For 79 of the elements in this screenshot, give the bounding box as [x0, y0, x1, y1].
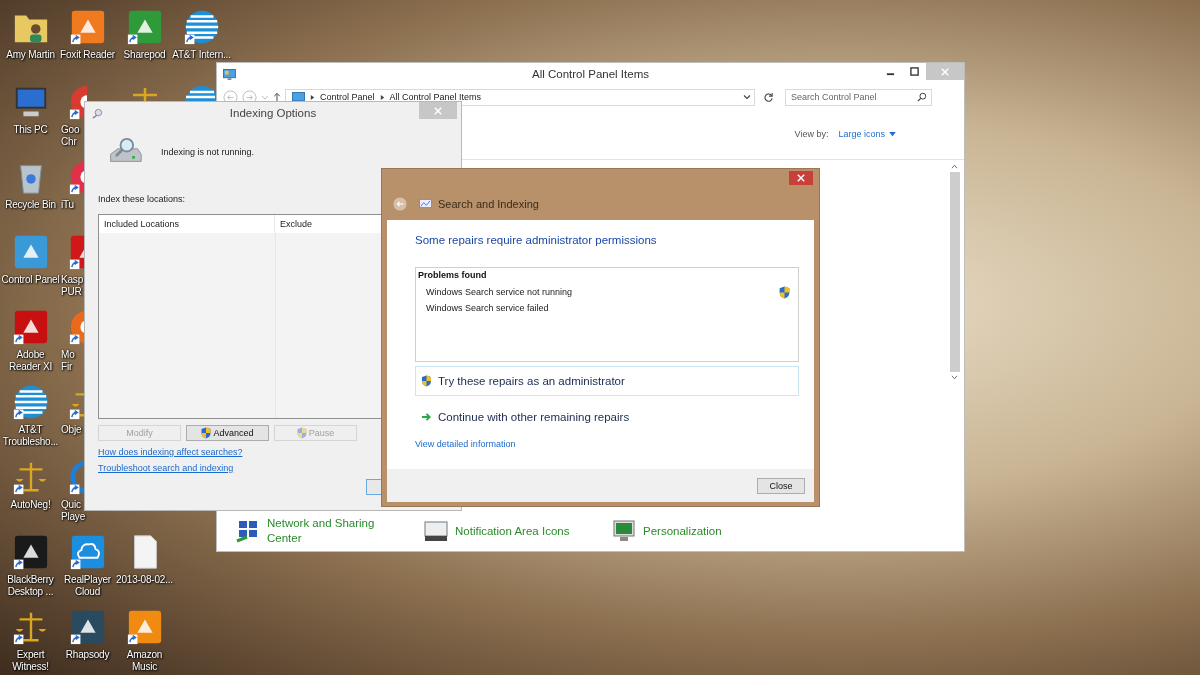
- shield-icon: [421, 375, 432, 387]
- dropdown-icon[interactable]: [743, 93, 751, 101]
- refresh-button[interactable]: [763, 91, 774, 103]
- icon-label: Goo Chr: [60, 124, 81, 148]
- icon-label: RealPlayer Cloud: [63, 574, 112, 598]
- troubleshooter-icon: [419, 198, 432, 209]
- help-link[interactable]: Troubleshoot search and indexing: [98, 463, 234, 473]
- control-panel-icon: [223, 68, 236, 80]
- control-panel-link[interactable]: Network and Sharing Center: [267, 515, 387, 547]
- repair-option[interactable]: Continue with other remaining repairs: [415, 402, 799, 432]
- icon-label: Control Panel: [0, 274, 61, 286]
- magnifier-icon: [91, 107, 104, 119]
- dialog-button[interactable]: Advanced: [186, 425, 269, 441]
- column-header[interactable]: Exclude: [275, 219, 313, 229]
- icon-label: This PC: [12, 124, 49, 136]
- close-icon[interactable]: [797, 174, 805, 182]
- icon-label: Kasp PUR: [60, 274, 84, 298]
- control-panel-link[interactable]: Personalization: [643, 523, 763, 540]
- icon-label: 2013-08-02...: [115, 574, 174, 586]
- control-panel-link[interactable]: Notification Area Icons: [455, 523, 575, 540]
- icon-label: Expert Witness!: [11, 649, 50, 673]
- cloud-icon[interactable]: [68, 533, 107, 571]
- repair-option[interactable]: Try these repairs as an administrator: [415, 366, 799, 396]
- window-title: Indexing Options: [228, 107, 318, 119]
- scroll-thumb[interactable]: [949, 172, 960, 372]
- app-tile-icon[interactable]: [11, 533, 50, 571]
- search-field[interactable]: Search Control Panel: [785, 88, 932, 106]
- globe-icon[interactable]: [11, 383, 50, 421]
- notification-icon[interactable]: [423, 519, 449, 544]
- monitor-icon[interactable]: [611, 519, 637, 544]
- up-button[interactable]: [273, 92, 281, 102]
- icon-label: iTu: [60, 199, 75, 211]
- app-tile-icon[interactable]: [68, 8, 107, 46]
- app-tile-icon[interactable]: [11, 308, 50, 346]
- caret-icon[interactable]: [889, 131, 896, 137]
- view-dropdown[interactable]: Large icons: [838, 129, 896, 139]
- heading: Some repairs require administrator permissions: [415, 234, 657, 246]
- icon-label: Adobe Reader XI: [7, 349, 54, 373]
- icon-label: Rhapsody: [64, 649, 111, 661]
- scroll-down-icon[interactable]: [951, 375, 958, 380]
- icon-label: BlackBerry Desktop ...: [6, 574, 55, 598]
- details-link[interactable]: View detailed information: [415, 439, 516, 449]
- icon-label: Amazon Music: [125, 649, 164, 673]
- app-tile-icon[interactable]: [68, 608, 107, 646]
- icon-label: Obje: [60, 424, 83, 436]
- icon-label: Foxit Reader: [59, 49, 116, 61]
- icon-label: AT&T Troublesho...: [1, 424, 60, 448]
- arrow-icon: [421, 411, 432, 423]
- problems-title: Problems found: [418, 270, 488, 280]
- locations-label: Index these locations:: [98, 194, 186, 204]
- icon-label: Recycle Bin: [4, 199, 57, 211]
- control-panel-icon: [292, 91, 305, 103]
- column-header[interactable]: Included Locations: [99, 215, 275, 233]
- app-tile-icon[interactable]: [125, 8, 164, 46]
- icon-label: Mo Fir: [60, 349, 76, 373]
- scroll-up-icon[interactable]: [951, 164, 958, 169]
- close-button[interactable]: Close: [757, 477, 805, 494]
- chevron-icon[interactable]: [310, 93, 315, 101]
- help-link[interactable]: How does indexing affect searches?: [98, 447, 243, 457]
- maximize-icon[interactable]: [909, 67, 919, 76]
- icon-label: Amy Martin: [5, 49, 56, 61]
- icon-label: Quic Playe: [60, 499, 86, 523]
- back-button[interactable]: [393, 196, 407, 211]
- app-tile-icon[interactable]: [125, 608, 164, 646]
- locations-list[interactable]: Included Locations Exclude: [98, 214, 382, 419]
- icon-label: AT&T Intern...: [171, 49, 232, 61]
- view-by-label: View by:: [794, 129, 829, 139]
- globe-icon[interactable]: [182, 8, 221, 46]
- problem-item: Windows Search service not running: [426, 287, 573, 297]
- icon-label: AutoNeg!: [9, 499, 52, 511]
- breadcrumb-item[interactable]: All Control Panel Items: [389, 92, 482, 102]
- breadcrumb-item[interactable]: Control Panel: [320, 92, 375, 102]
- problem-item: Windows Search service failed: [426, 303, 549, 313]
- chevron-icon[interactable]: [379, 93, 385, 101]
- window-title: All Control Panel Items: [531, 68, 650, 80]
- close-button[interactable]: [789, 171, 813, 185]
- shield-icon[interactable]: [201, 427, 212, 439]
- status-text: Indexing is not running.: [161, 146, 255, 157]
- window-title: Search and Indexing: [438, 197, 539, 210]
